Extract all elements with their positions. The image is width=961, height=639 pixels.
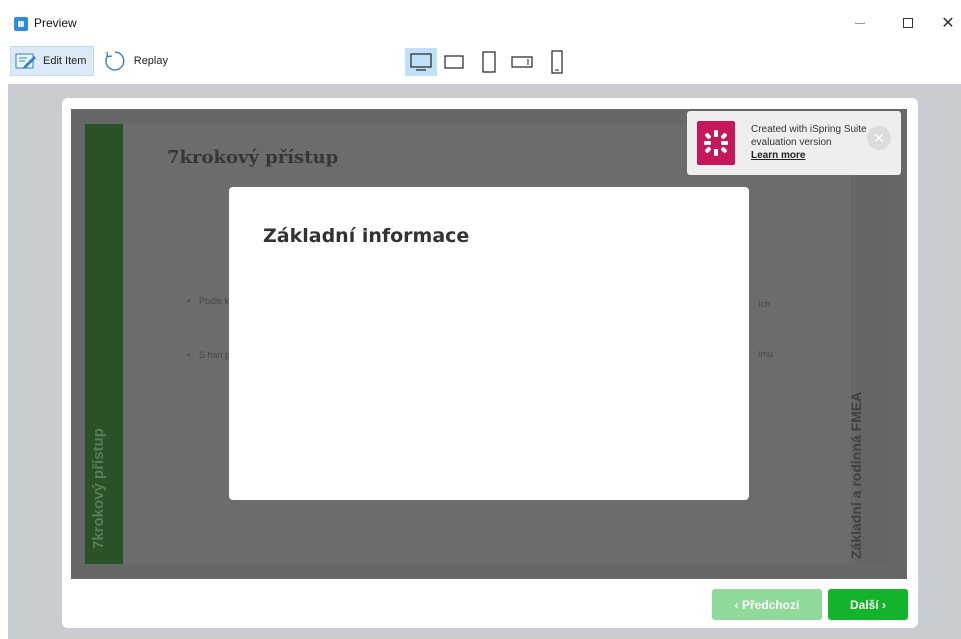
ispring-logo-icon	[697, 121, 735, 165]
replay-button[interactable]: Replay	[100, 46, 172, 76]
window-title: Preview	[34, 16, 77, 30]
edit-icon	[15, 53, 36, 69]
maximize-icon	[903, 18, 913, 28]
replay-icon	[105, 51, 125, 71]
device-phone-landscape-button[interactable]	[508, 48, 536, 76]
device-tablet-landscape-button[interactable]	[442, 48, 466, 76]
minimize-icon	[855, 22, 865, 24]
replay-label: Replay	[133, 55, 168, 67]
close-button[interactable]: ✕	[928, 8, 961, 38]
close-icon: ✕	[941, 15, 955, 32]
preview-app-icon	[14, 17, 28, 31]
player-frame: 7krokový přístup 7krokový přístup Podle …	[62, 98, 918, 628]
tablet-landscape-icon	[444, 55, 464, 69]
maximize-button[interactable]	[888, 8, 928, 38]
slide: 7krokový přístup 7krokový přístup Podle …	[71, 109, 907, 579]
device-desktop-button[interactable]	[405, 48, 437, 76]
info-modal: Základní informace	[229, 187, 749, 500]
phone-portrait-icon	[551, 50, 563, 74]
phone-landscape-icon	[511, 56, 533, 68]
edit-item-label: Edit Item	[43, 55, 87, 67]
modal-title: Základní informace	[263, 225, 470, 247]
tablet-portrait-icon	[482, 51, 496, 73]
desktop-icon	[410, 53, 432, 71]
edit-item-button[interactable]: Edit Item	[10, 46, 94, 76]
title-bar: Preview ✕	[0, 0, 961, 40]
preview-stage: 7krokový přístup 7krokový přístup Podle …	[8, 84, 961, 639]
ispring-watermark: Created with iSpring Suite evaluation ve…	[687, 111, 901, 175]
minimize-button[interactable]	[840, 8, 880, 38]
device-tablet-portrait-button[interactable]	[478, 48, 500, 76]
learn-more-link[interactable]: Learn more	[751, 149, 896, 162]
previous-button[interactable]: ‹ Předchozí	[712, 589, 822, 620]
device-phone-portrait-button[interactable]	[546, 48, 568, 76]
next-button[interactable]: Další ›	[828, 589, 908, 620]
watermark-close-icon[interactable]: ✕	[867, 126, 891, 150]
